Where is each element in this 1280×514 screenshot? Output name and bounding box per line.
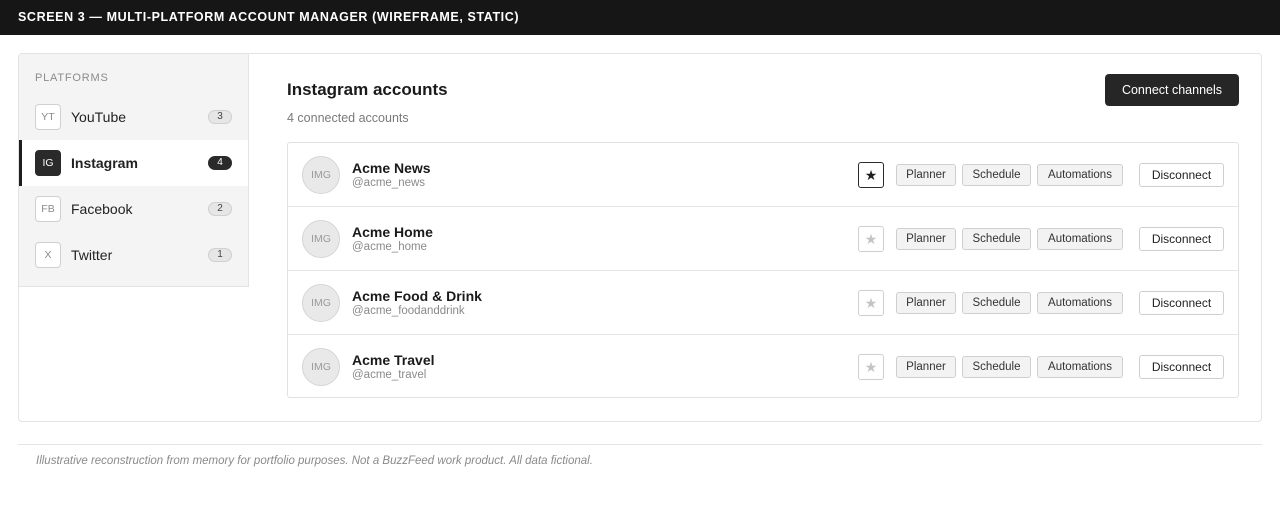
facebook-icon: FB <box>35 196 61 222</box>
schedule-button[interactable]: Schedule <box>962 228 1031 250</box>
platform-sidebar: PLATFORMS YT YouTube 3 IG Instagram 4 FB… <box>19 54 249 287</box>
disconnect-button[interactable]: Disconnect <box>1139 291 1224 315</box>
planner-button[interactable]: Planner <box>896 356 956 378</box>
list-item: IMG Acme Travel @acme_travel ★ Planner S… <box>288 335 1238 399</box>
footer-divider <box>18 444 1262 445</box>
accounts-list: IMG Acme News @acme_news ★ Planner Sched… <box>287 142 1239 398</box>
sidebar-item-youtube[interactable]: YT YouTube 3 <box>19 94 248 140</box>
avatar: IMG <box>302 220 340 258</box>
account-handle: @acme_travel <box>352 369 427 381</box>
disconnect-button[interactable]: Disconnect <box>1139 163 1224 187</box>
list-item: IMG Acme Home @acme_home ★ Planner Sched… <box>288 207 1238 271</box>
schedule-button[interactable]: Schedule <box>962 164 1031 186</box>
sidebar-item-twitter[interactable]: X Twitter 1 <box>19 232 248 278</box>
account-name: Acme Travel <box>352 352 435 368</box>
account-handle: @acme_foodanddrink <box>352 305 465 317</box>
screen-title-bar: SCREEN 3 — MULTI-PLATFORM ACCOUNT MANAGE… <box>0 0 1280 35</box>
account-name: Acme Food & Drink <box>352 288 482 304</box>
automations-button[interactable]: Automations <box>1037 164 1123 186</box>
account-name: Acme News <box>352 160 431 176</box>
account-handle: @acme_news <box>352 177 426 189</box>
automations-button[interactable]: Automations <box>1037 228 1123 250</box>
planner-button[interactable]: Planner <box>896 228 956 250</box>
count-badge: 3 <box>208 110 232 124</box>
schedule-button[interactable]: Schedule <box>962 292 1031 314</box>
avatar: IMG <box>302 348 340 386</box>
account-manager-panel: PLATFORMS YT YouTube 3 IG Instagram 4 FB… <box>18 53 1262 422</box>
automations-button[interactable]: Automations <box>1037 292 1123 314</box>
screen-title: SCREEN 3 — MULTI-PLATFORM ACCOUNT MANAGE… <box>18 10 520 24</box>
sidebar-item-facebook[interactable]: FB Facebook 2 <box>19 186 248 232</box>
avatar: IMG <box>302 156 340 194</box>
account-name: Acme Home <box>352 224 433 240</box>
sidebar-item-label: Instagram <box>71 155 138 171</box>
count-badge: 2 <box>208 202 232 216</box>
star-icon[interactable]: ★ <box>858 290 884 316</box>
sidebar-item-instagram[interactable]: IG Instagram 4 <box>19 140 248 186</box>
twitter-x-icon: X <box>35 242 61 268</box>
sidebar-item-label: Facebook <box>71 201 133 217</box>
connect-channels-button[interactable]: Connect channels <box>1105 74 1239 106</box>
count-badge: 4 <box>208 156 232 170</box>
schedule-button[interactable]: Schedule <box>962 356 1031 378</box>
star-icon[interactable]: ★ <box>858 354 884 380</box>
youtube-icon: YT <box>35 104 61 130</box>
sidebar-heading: PLATFORMS <box>35 72 109 84</box>
sidebar-item-label: YouTube <box>71 109 127 125</box>
avatar: IMG <box>302 284 340 322</box>
account-handle: @acme_home <box>352 241 427 253</box>
star-icon[interactable]: ★ <box>858 162 884 188</box>
automations-button[interactable]: Automations <box>1037 356 1123 378</box>
instagram-icon: IG <box>35 150 61 176</box>
footnote: Illustrative reconstruction from memory … <box>36 455 593 467</box>
list-item: IMG Acme News @acme_news ★ Planner Sched… <box>288 143 1238 207</box>
list-item: IMG Acme Food & Drink @acme_foodanddrink… <box>288 271 1238 335</box>
count-badge: 1 <box>208 248 232 262</box>
planner-button[interactable]: Planner <box>896 292 956 314</box>
page-title: Instagram accounts <box>287 80 448 99</box>
disconnect-button[interactable]: Disconnect <box>1139 227 1224 251</box>
planner-button[interactable]: Planner <box>896 164 956 186</box>
star-icon[interactable]: ★ <box>858 226 884 252</box>
connected-count: 4 connected accounts <box>287 111 409 125</box>
sidebar-item-label: Twitter <box>71 247 113 263</box>
disconnect-button[interactable]: Disconnect <box>1139 355 1224 379</box>
